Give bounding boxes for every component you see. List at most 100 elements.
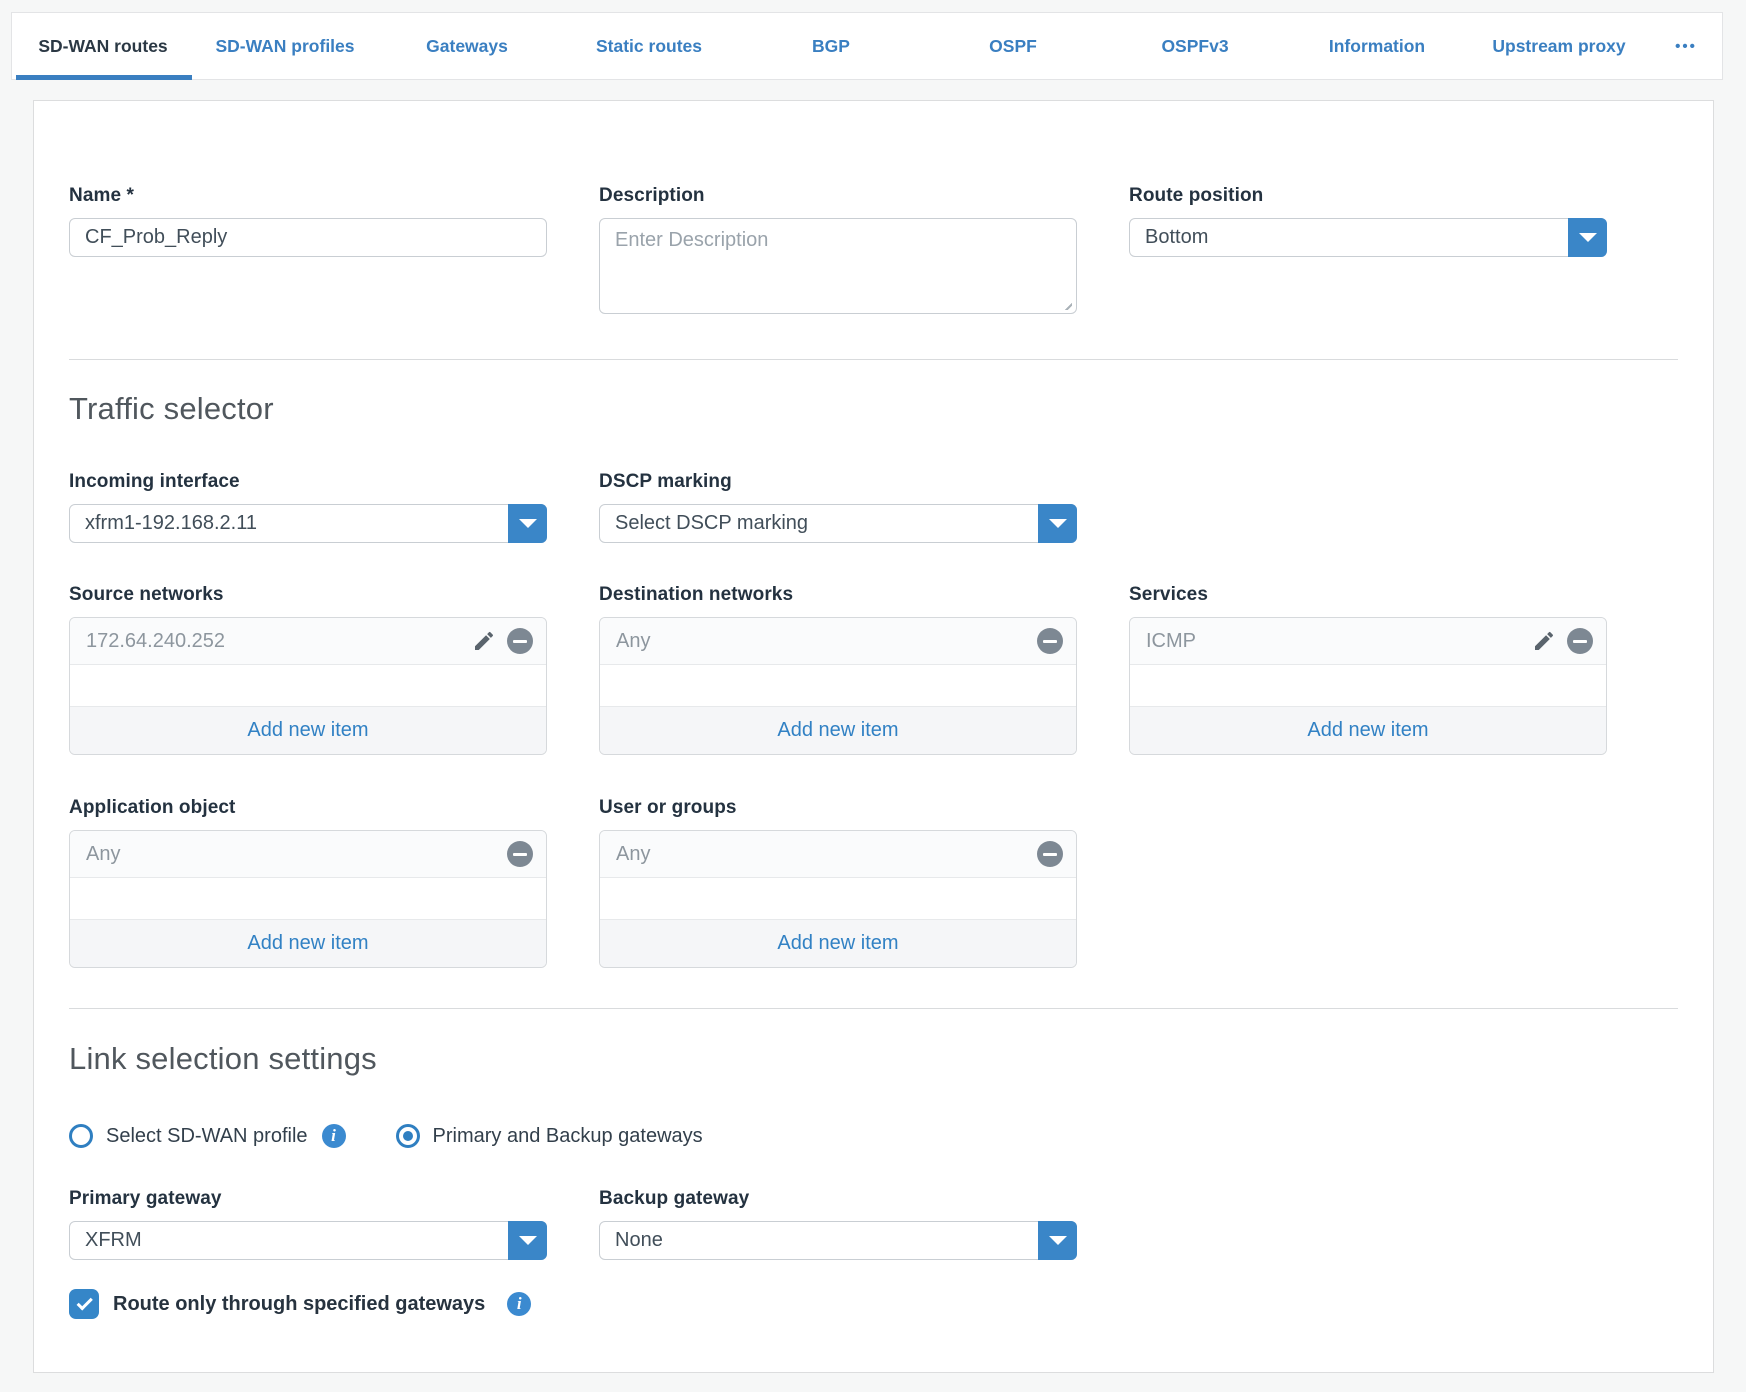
- primary-gateway-value: XFRM: [85, 1229, 142, 1252]
- dscp-marking-select[interactable]: Select DSCP marking: [599, 504, 1077, 543]
- route-position-select[interactable]: Bottom: [1129, 218, 1607, 257]
- sdwan-profile-radio[interactable]: [69, 1124, 93, 1148]
- services-label: Services: [1129, 583, 1607, 606]
- tab-gateways[interactable]: Gateways: [376, 13, 558, 79]
- add-new-item-button[interactable]: Add new item: [600, 919, 1076, 967]
- tab-ospf[interactable]: OSPF: [922, 13, 1104, 79]
- gateways-row: Primary gateway XFRM Backup gateway None: [69, 1187, 1678, 1260]
- incoming-interface-group: Incoming interface xfrm1-192.168.2.11: [69, 470, 547, 543]
- basic-info-row: Name * Description Route position Bottom: [69, 184, 1678, 319]
- section-divider: [69, 359, 1678, 360]
- add-new-item-button[interactable]: Add new item: [600, 706, 1076, 754]
- destination-networks-listbox: Any Add new item: [599, 617, 1077, 755]
- add-new-item-button[interactable]: Add new item: [70, 919, 546, 967]
- destination-networks-label: Destination networks: [599, 583, 1077, 606]
- remove-minus-icon[interactable]: [1567, 628, 1593, 654]
- description-label: Description: [599, 184, 1077, 207]
- backup-gateway-group: Backup gateway None: [599, 1187, 1077, 1260]
- list-item-text: Any: [616, 630, 650, 653]
- remove-minus-icon[interactable]: [507, 628, 533, 654]
- route-only-checkbox-label: Route only through specified gateways: [113, 1293, 485, 1316]
- route-only-row: Route only through specified gateways i: [69, 1289, 1678, 1319]
- primary-backup-radio[interactable]: [396, 1124, 420, 1148]
- services-group: Services ICMP Add new item: [1129, 583, 1607, 755]
- list-item: Any: [600, 618, 1076, 665]
- sdwan-route-form-card: Name * Description Route position Bottom…: [33, 100, 1714, 1373]
- list-item-text: ICMP: [1146, 630, 1196, 653]
- source-networks-group: Source networks 172.64.240.252 Add new i…: [69, 583, 547, 755]
- list-item-text: Any: [86, 843, 120, 866]
- interface-dscp-row: Incoming interface xfrm1-192.168.2.11 DS…: [69, 470, 1678, 543]
- primary-gateway-group: Primary gateway XFRM: [69, 1187, 547, 1260]
- sdwan-profile-radio-label: Select SD-WAN profile: [106, 1125, 308, 1148]
- tab-sdwan-routes[interactable]: SD-WAN routes: [12, 13, 194, 79]
- list-item: ICMP: [1130, 618, 1606, 665]
- dropdown-caret-button[interactable]: [1038, 504, 1077, 543]
- list-item: Any: [600, 831, 1076, 878]
- user-or-groups-listbox: Any Add new item: [599, 830, 1077, 968]
- add-new-item-button[interactable]: Add new item: [70, 706, 546, 754]
- remove-minus-icon[interactable]: [1037, 628, 1063, 654]
- application-object-group: Application object Any Add new item: [69, 796, 547, 968]
- info-icon[interactable]: i: [322, 1124, 346, 1148]
- check-icon: [77, 1294, 93, 1310]
- tab-bar: SD-WAN routes SD-WAN profiles Gateways S…: [11, 12, 1723, 80]
- name-field-group: Name *: [69, 184, 547, 257]
- application-object-label: Application object: [69, 796, 547, 819]
- networks-row: Source networks 172.64.240.252 Add new i…: [69, 583, 1678, 755]
- description-textarea[interactable]: [599, 218, 1077, 314]
- dropdown-caret-button[interactable]: [1568, 218, 1607, 257]
- name-input[interactable]: [69, 218, 547, 257]
- dropdown-caret-button[interactable]: [508, 504, 547, 543]
- primary-gateway-label: Primary gateway: [69, 1187, 547, 1210]
- dscp-marking-group: DSCP marking Select DSCP marking: [599, 470, 1077, 543]
- more-tabs-ellipsis-icon[interactable]: •••: [1650, 13, 1722, 79]
- list-item: Any: [70, 831, 546, 878]
- tab-ospfv3[interactable]: OSPFv3: [1104, 13, 1286, 79]
- edit-pencil-icon[interactable]: [1532, 629, 1556, 653]
- add-new-item-button[interactable]: Add new item: [1130, 706, 1606, 754]
- edit-pencil-icon[interactable]: [472, 629, 496, 653]
- application-object-listbox: Any Add new item: [69, 830, 547, 968]
- list-item-text: Any: [616, 843, 650, 866]
- remove-minus-icon[interactable]: [1037, 841, 1063, 867]
- radio-group-primary-backup: Primary and Backup gateways: [396, 1124, 703, 1148]
- dropdown-caret-button[interactable]: [1038, 1221, 1077, 1260]
- list-item-text: 172.64.240.252: [86, 630, 225, 653]
- list-item: 172.64.240.252: [70, 618, 546, 665]
- route-only-checkbox[interactable]: [69, 1289, 99, 1319]
- caret-down-icon: [519, 1236, 537, 1245]
- incoming-interface-select[interactable]: xfrm1-192.168.2.11: [69, 504, 547, 543]
- caret-down-icon: [1049, 519, 1067, 528]
- traffic-selector-title: Traffic selector: [69, 389, 1678, 429]
- tab-sdwan-profiles[interactable]: SD-WAN profiles: [194, 13, 376, 79]
- application-users-row: Application object Any Add new item User…: [69, 796, 1678, 968]
- user-or-groups-label: User or groups: [599, 796, 1077, 819]
- info-icon[interactable]: i: [507, 1292, 531, 1316]
- source-networks-label: Source networks: [69, 583, 547, 606]
- dscp-marking-label: DSCP marking: [599, 470, 1077, 493]
- backup-gateway-select[interactable]: None: [599, 1221, 1077, 1260]
- name-label: Name *: [69, 184, 547, 207]
- destination-networks-group: Destination networks Any Add new item: [599, 583, 1077, 755]
- source-networks-listbox: 172.64.240.252 Add new item: [69, 617, 547, 755]
- dropdown-caret-button[interactable]: [508, 1221, 547, 1260]
- backup-gateway-label: Backup gateway: [599, 1187, 1077, 1210]
- route-position-field-group: Route position Bottom: [1129, 184, 1607, 257]
- remove-minus-icon[interactable]: [507, 841, 533, 867]
- caret-down-icon: [1049, 1236, 1067, 1245]
- route-position-label: Route position: [1129, 184, 1607, 207]
- route-position-value: Bottom: [1145, 226, 1208, 249]
- tab-static-routes[interactable]: Static routes: [558, 13, 740, 79]
- tab-information[interactable]: Information: [1286, 13, 1468, 79]
- user-or-groups-group: User or groups Any Add new item: [599, 796, 1077, 968]
- radio-group-sdwan-profile: Select SD-WAN profile i: [69, 1124, 346, 1148]
- primary-backup-radio-label: Primary and Backup gateways: [433, 1125, 703, 1148]
- tab-upstream-proxy[interactable]: Upstream proxy: [1468, 13, 1650, 79]
- tab-bgp[interactable]: BGP: [740, 13, 922, 79]
- dscp-marking-value: Select DSCP marking: [615, 512, 808, 535]
- caret-down-icon: [519, 519, 537, 528]
- primary-gateway-select[interactable]: XFRM: [69, 1221, 547, 1260]
- caret-down-icon: [1579, 233, 1597, 242]
- incoming-interface-value: xfrm1-192.168.2.11: [85, 512, 257, 535]
